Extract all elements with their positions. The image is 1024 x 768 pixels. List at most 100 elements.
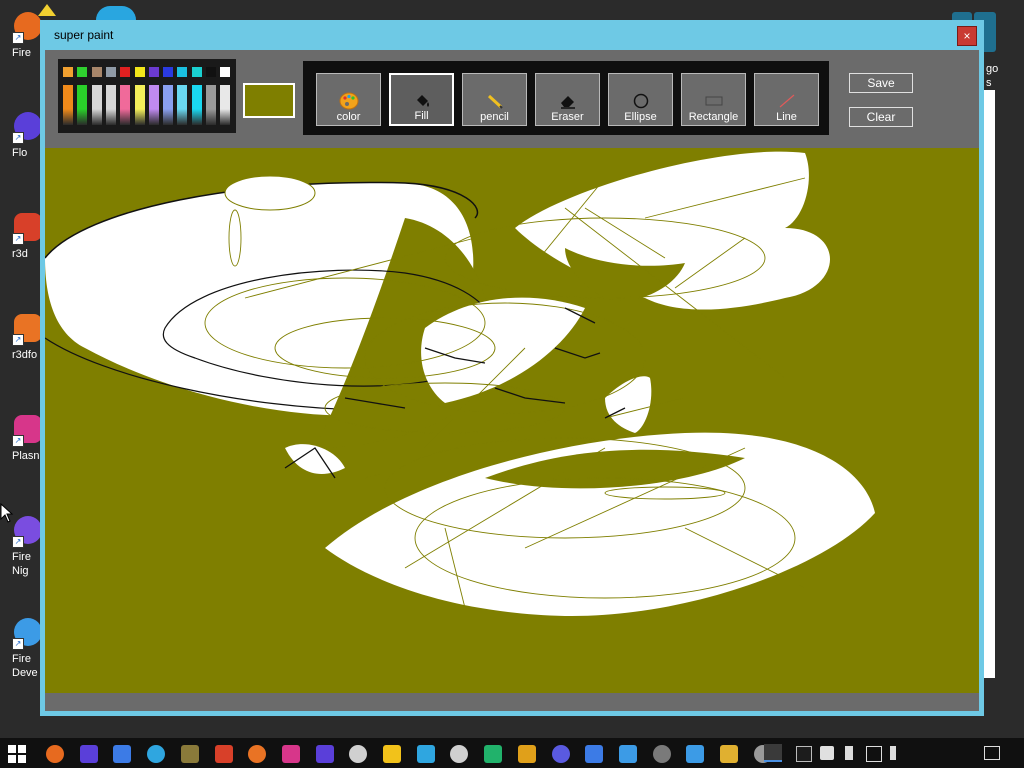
- palette-swatch[interactable]: [105, 67, 116, 77]
- active-app-icon[interactable]: [764, 744, 782, 762]
- tool-color-button[interactable]: color: [316, 73, 381, 126]
- shortcut-arrow-icon: ↗: [12, 233, 24, 245]
- desktop-icon-label: Fire Nig: [12, 551, 31, 577]
- tool-eraser-button[interactable]: Eraser: [535, 73, 600, 126]
- tool-bar: color Fill pencil Eraser Ellipse Rectang…: [303, 61, 829, 135]
- shortcut-arrow-icon: ↗: [12, 435, 24, 447]
- palette-swatch[interactable]: [177, 67, 188, 77]
- rectangle-icon: [705, 96, 722, 106]
- tablet-icon[interactable]: [796, 746, 812, 762]
- firefox-nightly-icon: ↗: [12, 516, 42, 548]
- tool-ellipse-button[interactable]: Ellipse: [608, 73, 673, 126]
- taskbar-app-icon[interactable]: [585, 745, 604, 763]
- taskbar-app-icon[interactable]: [720, 745, 738, 763]
- taskbar-app-icon[interactable]: [383, 745, 401, 763]
- taskbar-app-icon[interactable]: [652, 745, 671, 763]
- tool-rectangle-button[interactable]: Rectangle: [681, 73, 746, 126]
- desktop-icon-label: Flo: [12, 147, 28, 159]
- floorp-icon: ↗: [12, 112, 42, 144]
- palette-swatch[interactable]: [134, 67, 145, 77]
- save-button[interactable]: Save: [849, 73, 913, 93]
- palette-shade-swatch[interactable]: [134, 85, 145, 125]
- taskbar-app-icon[interactable]: [416, 745, 435, 763]
- notification-icon[interactable]: [984, 746, 1000, 760]
- taskbar-app-icon[interactable]: [281, 745, 300, 763]
- desktop-icon-flo[interactable]: ↗ Flo: [0, 112, 44, 160]
- desktop-icon-firefox-nightly[interactable]: ↗ Fire Nig: [0, 516, 44, 578]
- tool-label: Ellipse: [624, 111, 657, 123]
- network-icon[interactable]: [866, 746, 882, 762]
- desktop-icon-label: Fire: [12, 47, 31, 59]
- clear-button[interactable]: Clear: [849, 107, 913, 127]
- shortcut-arrow-icon: ↗: [12, 334, 24, 346]
- taskbar-app-icon[interactable]: [214, 745, 233, 763]
- palette-shade-swatch[interactable]: [220, 85, 231, 125]
- current-color-swatch[interactable]: [243, 83, 295, 118]
- partial-desktop-icon-2[interactable]: [96, 6, 136, 20]
- palette-shade-swatch[interactable]: [77, 85, 88, 125]
- ellipse-icon: [633, 93, 648, 109]
- drawing-canvas[interactable]: [45, 148, 979, 693]
- shortcut-arrow-icon: ↗: [12, 132, 24, 144]
- title-bar[interactable]: super paint ×: [40, 20, 984, 50]
- taskbar-app-icon[interactable]: [180, 745, 199, 763]
- window-client-area: color Fill pencil Eraser Ellipse Rectang…: [45, 50, 979, 711]
- taskbar-app-icon[interactable]: [315, 745, 334, 763]
- desktop-icon-r3dfo[interactable]: ↗ r3dfo: [0, 314, 44, 362]
- palette-shade-swatch[interactable]: [63, 85, 73, 125]
- taskbar-app-icon[interactable]: [551, 745, 570, 763]
- usb-icon[interactable]: [845, 746, 853, 760]
- line-icon: [779, 94, 794, 108]
- tool-label: color: [336, 111, 361, 123]
- palette-shade-swatch[interactable]: [148, 85, 159, 125]
- palette-shade-swatch[interactable]: [91, 85, 102, 125]
- palette-swatch[interactable]: [91, 67, 102, 77]
- palette-swatch[interactable]: [77, 67, 88, 77]
- desktop-icon-label: Fire Deve: [12, 653, 38, 679]
- palette-swatch[interactable]: [148, 67, 159, 77]
- close-button[interactable]: ×: [957, 26, 977, 46]
- taskbar-app-icon[interactable]: [113, 745, 132, 763]
- palette-shade-swatch[interactable]: [177, 85, 188, 125]
- plasma-icon: ↗: [12, 415, 42, 447]
- palette-swatch[interactable]: [206, 67, 216, 77]
- palette-swatch[interactable]: [220, 67, 231, 77]
- palette-shade-swatch[interactable]: [163, 85, 174, 125]
- taskbar-app-icon[interactable]: [46, 745, 64, 763]
- color-palette: [58, 59, 236, 133]
- tool-pencil-button[interactable]: pencil: [462, 73, 527, 126]
- palette-shade-swatch[interactable]: [206, 85, 216, 125]
- r3d-icon: ↗: [12, 213, 42, 245]
- palette-shade-swatch[interactable]: [191, 85, 202, 125]
- tool-label: Line: [776, 111, 797, 123]
- desktop-icon-r3d[interactable]: ↗ r3d: [0, 213, 44, 261]
- mouse-cursor-icon: [0, 503, 14, 523]
- palette-swatch[interactable]: [63, 67, 73, 77]
- palette-swatch[interactable]: [191, 67, 202, 77]
- desktop-icon-label: go s: [986, 63, 999, 89]
- palette-swatch[interactable]: [163, 67, 174, 77]
- taskbar-app-icon[interactable]: [79, 745, 98, 763]
- taskbar-app-icon[interactable]: [618, 745, 637, 763]
- volume-muted-icon[interactable]: [890, 746, 904, 760]
- taskbar-app-icon[interactable]: [147, 745, 166, 763]
- palette-shade-swatch[interactable]: [105, 85, 116, 125]
- security-shield-icon[interactable]: [820, 746, 834, 760]
- tool-fill-button[interactable]: Fill: [389, 73, 454, 126]
- palette-swatch[interactable]: [120, 67, 131, 77]
- desktop-icon-label: r3dfo: [12, 349, 38, 361]
- taskbar-app-icon[interactable]: [686, 745, 705, 763]
- taskbar-app-icon[interactable]: [517, 745, 536, 763]
- tool-line-button[interactable]: Line: [754, 73, 819, 126]
- firefox-icon: ↗: [12, 12, 42, 44]
- super-paint-window: super paint × color Fill pencil Eraser E…: [40, 20, 984, 716]
- taskbar-app-icon[interactable]: [484, 745, 503, 763]
- palette-shade-swatch[interactable]: [120, 85, 131, 125]
- desktop-icon-firefox-developer[interactable]: ↗ Fire Deve: [0, 618, 44, 680]
- desktop-icon-firefox[interactable]: ↗ Fire: [0, 12, 44, 60]
- desktop-icon-label: Plasn: [12, 450, 40, 462]
- desktop-icon-plasma[interactable]: ↗ Plasn: [0, 415, 44, 463]
- start-button-windows-icon[interactable]: [8, 745, 26, 763]
- canvas-drawing: [45, 151, 875, 617]
- shortcut-arrow-icon: ↗: [12, 32, 24, 44]
